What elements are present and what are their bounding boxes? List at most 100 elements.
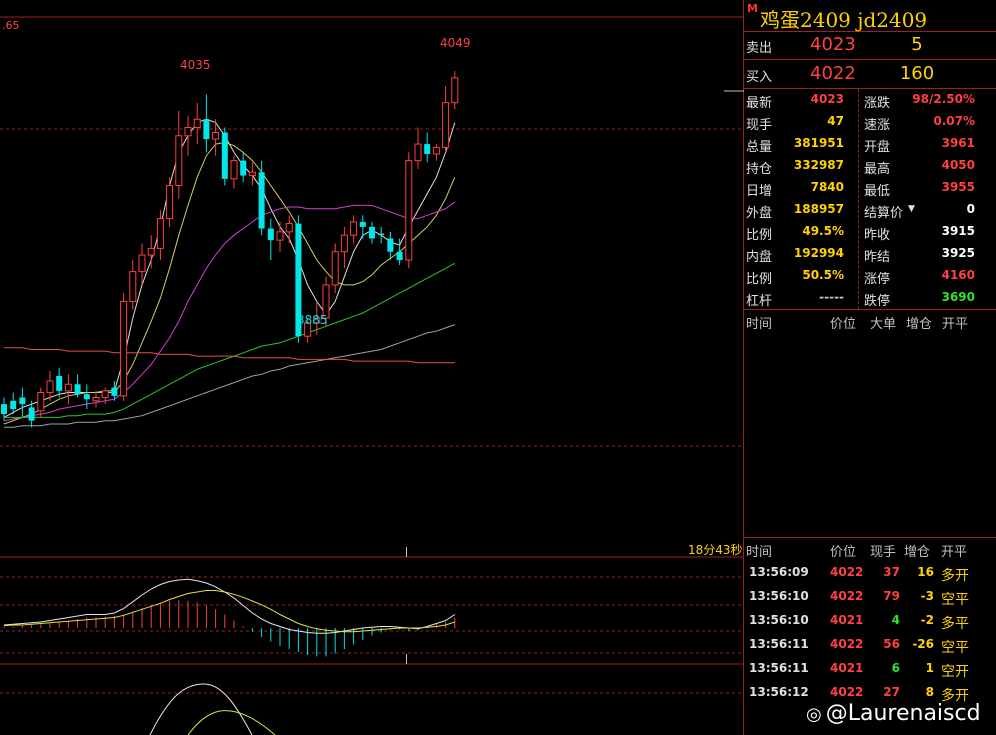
stat-row: 杠杆 ----- 跌停 3690: [744, 287, 996, 309]
instrument-title[interactable]: 鸡蛋2409 jd2409: [760, 4, 927, 33]
stat-label: 跌停: [864, 294, 891, 309]
stat-value: 4023: [810, 92, 844, 106]
stat-label: 比例: [746, 228, 773, 243]
tick-oi-change: 8: [925, 685, 934, 699]
kd-d-line: [187, 710, 276, 735]
tick-row[interactable]: 13:56:11 4021 6 1 空开: [744, 656, 996, 680]
stat-label: 最低: [864, 184, 891, 199]
kd-k-line: [149, 683, 253, 735]
stat-value: 4160: [941, 268, 975, 282]
candle-body: [414, 143, 422, 162]
bid-price: 4022: [810, 63, 856, 84]
candle-body: [221, 132, 228, 179]
candle-body: [442, 102, 450, 148]
ask-price: 4023: [810, 34, 856, 55]
high-label: 4049: [440, 36, 471, 50]
tick-oi-change: -3: [920, 589, 934, 603]
ma-line: [4, 262, 456, 418]
candle-body: [359, 221, 366, 227]
candle-body: [285, 223, 293, 233]
candle-body: [101, 390, 109, 398]
stat-value: 7840: [810, 180, 844, 194]
candle-body: [166, 184, 174, 220]
candle-body: [19, 397, 26, 405]
tick-volume: 4: [891, 613, 900, 627]
candle-body: [92, 396, 100, 402]
macd-dif-line: [3, 578, 456, 634]
watermark: ◎ @Laurenaiscd: [806, 701, 981, 726]
stat-label: 内盘: [746, 250, 773, 265]
candle-body: [175, 135, 183, 186]
instrument-header: M 鸡蛋2409 jd2409: [744, 0, 996, 32]
tick-price: 4021: [830, 613, 864, 627]
stat-value: 3690: [941, 290, 975, 304]
col-open-close: 开平: [941, 545, 968, 560]
tick-row[interactable]: 13:56:11 4022 56 -26 空平: [744, 632, 996, 656]
tick-oi-change: -2: [920, 613, 934, 627]
stat-value: 188957: [793, 202, 844, 216]
tick-time: 13:56:12: [749, 685, 809, 699]
col-time: 时间: [746, 317, 773, 332]
col-price: 价位: [830, 545, 857, 560]
stat-value: 192994: [793, 246, 844, 260]
col-volume: 现手: [870, 545, 897, 560]
ask-label: 卖出: [746, 41, 773, 56]
stat-row: 内盘 192994 昨结 3925: [744, 243, 996, 265]
tick-time: 13:56:10: [749, 613, 809, 627]
moving-averages: [3, 118, 456, 428]
stat-row: 总量 381951 开盘 3961: [744, 133, 996, 155]
stat-value: 47: [827, 114, 844, 128]
tick-row[interactable]: 13:56:10 4022 79 -3 空平: [744, 584, 996, 608]
macd-indicator: [3, 578, 456, 657]
stat-label: 比例: [746, 272, 773, 287]
tick-price: 4022: [830, 565, 864, 579]
stat-row: 持仓 332987 最高 4050: [744, 155, 996, 177]
stat-row: 最新 4023 涨跌 98/2.50%: [744, 89, 996, 111]
tick-volume: 56: [883, 637, 900, 651]
stat-value: 3915: [941, 224, 975, 238]
chart-area[interactable]: .65 4049 4035 3885: [0, 0, 744, 735]
dropdown-arrow-icon[interactable]: ▼: [908, 204, 915, 214]
candle-body: [331, 251, 339, 286]
big-order-header: 时间 价位 大单 增仓 开平: [744, 310, 996, 332]
tick-kind: 多平: [941, 616, 969, 632]
candle-body: [350, 221, 358, 236]
stat-value: 3955: [941, 180, 975, 194]
stat-label: 外盘: [746, 206, 773, 221]
candle-body: [340, 234, 348, 253]
stat-value: 4050: [941, 158, 975, 172]
candle-body: [387, 238, 394, 252]
candle-body: [147, 247, 155, 256]
stat-label: 总量: [746, 140, 773, 155]
stat-row: 外盘 188957 结算价 0 ▼: [744, 199, 996, 221]
tick-oi-change: 16: [917, 565, 934, 579]
stat-label: 速涨: [864, 118, 891, 133]
stat-label: 涨跌: [864, 96, 891, 111]
tick-row[interactable]: 13:56:10 4021 4 -2 多平: [744, 608, 996, 632]
candle-body: [248, 171, 256, 177]
tick-row[interactable]: 13:56:09 4022 37 16 多开: [744, 560, 996, 584]
candles: [1, 71, 459, 428]
candle-body: [156, 218, 164, 249]
col-oi-change: 增仓: [904, 545, 931, 560]
candle-body: [37, 392, 45, 412]
stat-label: 持仓: [746, 162, 773, 177]
stat-value: 50.5%: [802, 268, 844, 282]
col-price: 价位: [830, 317, 857, 332]
tick-volume: 6: [891, 661, 900, 675]
candle-body: [424, 144, 431, 155]
stat-value: 3925: [941, 246, 975, 260]
stat-value: 332987: [793, 158, 844, 172]
candle-body: [432, 146, 440, 155]
stat-value: 98/2.50%: [912, 92, 975, 106]
stat-row: 比例 50.5% 涨停 4160: [744, 265, 996, 287]
ask-row[interactable]: 卖出 4023 5: [744, 31, 996, 60]
col-big-order: 大单: [870, 317, 897, 332]
candle-body: [184, 127, 192, 137]
candle-body: [230, 160, 238, 180]
candle-body: [267, 228, 274, 241]
ma-line: [4, 347, 455, 364]
bid-row[interactable]: 买入 4022 160: [744, 60, 996, 89]
stat-label: 日增: [746, 184, 773, 199]
tick-header: 时间 价位 现手 增仓 开平: [744, 538, 996, 560]
